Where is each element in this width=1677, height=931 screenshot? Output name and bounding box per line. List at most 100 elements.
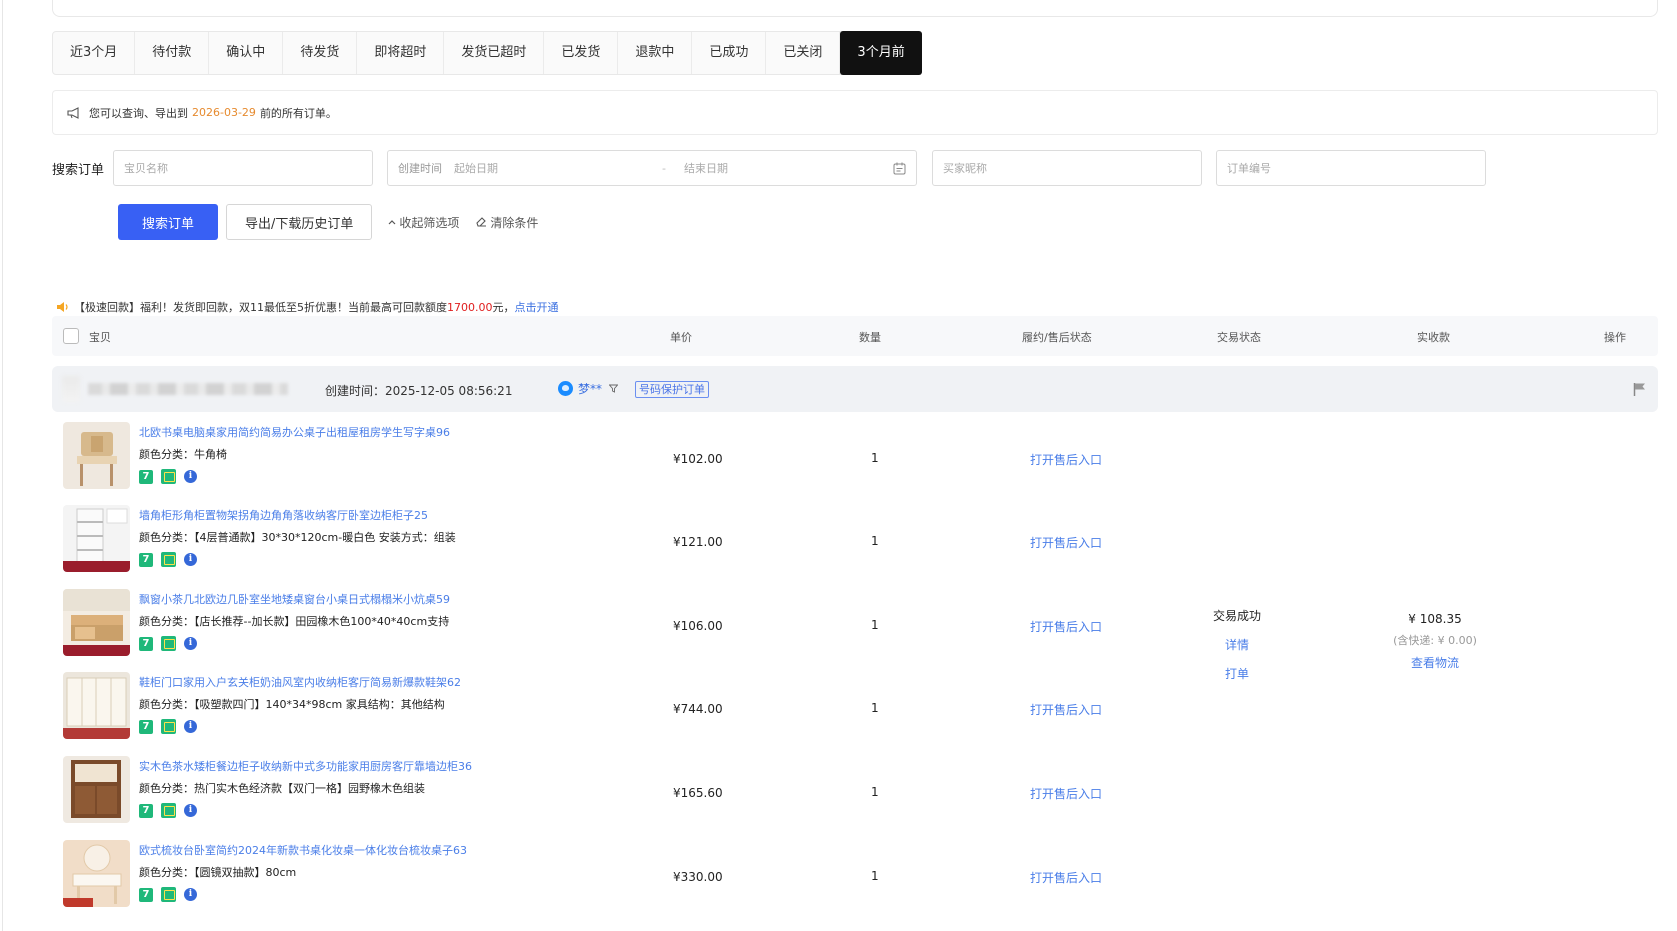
clear-conditions-link[interactable]: 清除条件 [475,214,538,231]
aftersale-entry-link[interactable]: 打开售后入口 [1030,785,1102,802]
item-badges: 7 i [139,552,197,567]
aftersale-entry-link[interactable]: 打开售后入口 [1030,701,1102,718]
col-item: 宝贝 [89,331,111,344]
buyer-nickname[interactable]: 梦** [578,380,602,397]
item-title[interactable]: 北欧书桌电脑桌家用简约简易办公桌子出租屋租房学生写字桌96 [139,424,450,440]
item-name-field[interactable] [113,150,373,186]
order-create-time: 创建时间：2025-12-05 08:56:21 [325,384,513,398]
tab-about-to-timeout[interactable]: 即将超时 [357,32,445,74]
item-quantity: 1 [871,451,879,465]
promo-open-link[interactable]: 点击开通 [515,299,559,315]
collapse-filters-link[interactable]: 收起筛选项 [388,214,459,231]
tab-closed[interactable]: 已关闭 [766,32,841,74]
megaphone-icon [67,106,79,119]
top-panel-edge [52,0,1658,17]
info-icon[interactable]: i [184,637,197,650]
item-sku: 颜色分类：【吸塑款四门】140*34*98cm 家具结构：其他结构 [139,698,445,711]
item-badges: 7 i [139,469,197,484]
quick-payback-promo: 【极速回款】福利！发货即回款，双11最低至5折优惠！当前最高可回款额度 1700… [56,299,559,315]
order-item-4: 鞋柜门口家用入户玄关柜奶油风室内收纳柜客厅简易新爆款鞋架62 颜色分类：【吸塑款… [63,672,1363,742]
select-all-checkbox[interactable] [63,328,79,344]
info-icon[interactable]: i [184,553,197,566]
item-name-input[interactable] [124,161,372,175]
product-image-tea-table[interactable] [63,589,130,656]
received-amount: ¥ 108.35 [1408,612,1462,626]
end-date-input[interactable] [683,161,884,175]
export-notice: 您可以查询、导出到 2026-03-29 前的所有订单。 [52,90,1658,135]
order-id-redacted [62,376,80,402]
start-date-input[interactable] [454,161,644,175]
item-price: ¥330.00 [673,870,723,884]
promo-amount: 1700.00 [447,300,493,314]
item-title[interactable]: 实木色茶水矮柜餐边柜子收纳新中式多功能家用厨房客厅靠墙边柜36 [139,758,472,774]
print-order-link[interactable]: 打单 [1197,665,1277,682]
item-title[interactable]: 欧式梳妆台卧室简约2024年新款书桌化妆桌一体化妆台梳妆桌子63 [139,842,467,858]
tab-recent-3-months[interactable]: 近3个月 [53,32,136,74]
item-price: ¥165.60 [673,786,723,800]
number-protection-tag[interactable]: 号码保护订单 [635,381,709,398]
buyer-nickname-input[interactable] [943,161,1201,175]
aftersale-entry-link[interactable]: 打开售后入口 [1030,451,1102,468]
product-image-desk-chair[interactable] [63,422,130,489]
item-quantity: 1 [871,869,879,883]
trade-status: 交易成功 [1212,609,1261,623]
export-history-button[interactable]: 导出/下载历史订单 [226,204,373,240]
received-amount-cell: ¥ 108.35 (含快递: ¥ 0.00) 查看物流 [1365,612,1505,671]
seven-day-return-icon: 7 [139,469,153,484]
order-header: 创建时间：2025-12-05 08:56:21 梦** 号码保护订单 [52,366,1658,412]
product-image-side-cabinet[interactable] [63,756,130,823]
notice-suffix: 前的所有订单。 [259,106,337,120]
buyer-nickname-field[interactable] [932,150,1202,186]
gift-icon [161,552,176,567]
buyer-info[interactable]: 梦** [558,380,619,397]
product-image-corner-shelf[interactable] [63,505,130,572]
calendar-icon[interactable] [893,162,906,175]
tab-succeeded[interactable]: 已成功 [692,32,767,74]
col-received: 实收款 [1417,331,1450,344]
item-title[interactable]: 墙角柜形角柜置物架拐角边角角落收纳客厅卧室边柜柜子25 [139,507,428,523]
view-logistics-link[interactable]: 查看物流 [1365,654,1505,671]
create-time-label: 创建时间 [398,162,442,175]
info-icon[interactable]: i [184,720,197,733]
tab-pending-payment[interactable]: 待付款 [135,32,210,74]
date-separator: - [662,161,666,175]
item-title[interactable]: 飘窗小茶几北欧边几卧室坐地矮桌窗台小桌日式榻榻米小炕桌59 [139,591,450,607]
info-icon[interactable]: i [184,804,197,817]
tab-to-ship[interactable]: 待发货 [283,32,358,74]
tab-confirming[interactable]: 确认中 [209,32,284,74]
gift-icon [161,719,176,734]
order-number-input[interactable] [1227,161,1485,175]
order-item-3: 飘窗小茶几北欧边几卧室坐地矮桌窗台小桌日式榻榻米小炕桌59 颜色分类：【店长推荐… [63,589,1363,659]
item-badges: 7 i [139,803,197,818]
tab-refunding[interactable]: 退款中 [618,32,693,74]
item-title[interactable]: 鞋柜门口家用入户玄关柜奶油风室内收纳柜客厅简易新爆款鞋架62 [139,674,461,690]
tab-older-than-3-months[interactable]: 3个月前 [840,31,922,75]
col-fulfillment: 履约/售后状态 [1022,331,1092,344]
aftersale-entry-link[interactable]: 打开售后入口 [1030,618,1102,635]
item-price: ¥106.00 [673,619,723,633]
product-image-dressing-table[interactable] [63,840,130,907]
aftersale-entry-link[interactable]: 打开售后入口 [1030,534,1102,551]
order-item-2: 墙角柜形角柜置物架拐角边角角落收纳客厅卧室边柜柜子25 颜色分类：【4层普通款】… [63,505,1363,575]
flag-icon[interactable] [1633,382,1646,396]
item-price: ¥744.00 [673,702,723,716]
item-price: ¥121.00 [673,535,723,549]
item-price: ¥102.00 [673,452,723,466]
product-image-shoe-cabinet[interactable] [63,672,130,739]
search-orders-button[interactable]: 搜索订单 [118,204,218,240]
order-number-redacted [88,383,288,395]
trade-status-cell: 交易成功 详情 打单 [1197,607,1277,682]
info-icon[interactable]: i [184,470,197,483]
gift-icon [161,636,176,651]
tab-shipped[interactable]: 已发货 [544,32,619,74]
order-number-field[interactable] [1216,150,1486,186]
chat-icon[interactable] [558,381,573,396]
tab-ship-overdue[interactable]: 发货已超时 [444,32,545,74]
info-icon[interactable]: i [184,888,197,901]
item-quantity: 1 [871,785,879,799]
speaker-icon [57,302,68,312]
filter-icon[interactable] [609,384,619,393]
aftersale-entry-link[interactable]: 打开售后入口 [1030,869,1102,886]
create-time-range[interactable]: 创建时间 - [387,150,917,186]
order-detail-link[interactable]: 详情 [1197,636,1277,653]
